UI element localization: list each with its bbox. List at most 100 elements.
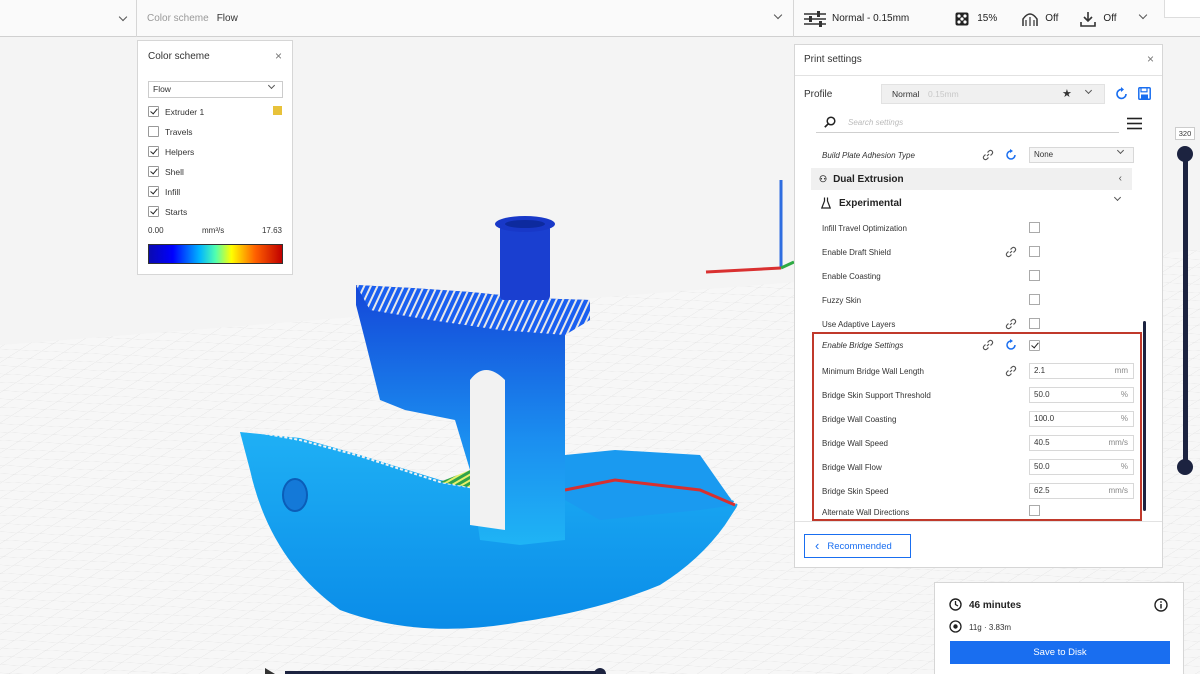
setting-label: Enable Coasting xyxy=(822,272,881,281)
bridge-setting-input[interactable]: 50.0% xyxy=(1029,459,1134,475)
sliders-icon xyxy=(804,10,826,27)
checkbox-starts[interactable] xyxy=(148,206,159,217)
range-unit: mm³/s xyxy=(202,226,225,235)
setting-checkbox[interactable] xyxy=(1029,294,1040,305)
link-icon[interactable] xyxy=(1005,365,1017,377)
chevron-down-icon xyxy=(773,10,783,20)
adhesion-type-dropdown[interactable]: None xyxy=(1029,146,1134,163)
chevron-down-icon xyxy=(118,12,128,22)
section-experimental[interactable]: Experimental xyxy=(811,192,1132,214)
chevron-down-icon xyxy=(1084,86,1093,95)
color-scheme-item-label: Travels xyxy=(165,127,193,137)
flow-gradient-legend xyxy=(148,244,283,264)
setting-checkbox[interactable] xyxy=(1029,318,1040,329)
link-icon[interactable] xyxy=(982,149,994,161)
info-icon[interactable] xyxy=(1154,598,1168,612)
layer-max-value[interactable]: 320 xyxy=(1175,127,1195,140)
print-setup-summary[interactable]: Normal - 0.15mm 15% Off Off xyxy=(804,0,1160,37)
close-icon[interactable]: × xyxy=(275,50,282,62)
input-value: 50.0 xyxy=(1034,390,1050,399)
reset-profile-icon[interactable] xyxy=(1115,87,1129,101)
input-unit: % xyxy=(1120,462,1128,471)
extruder-color-swatch xyxy=(273,106,282,115)
top-toolbar: Color scheme Flow Normal - 0.15mm 15% Of… xyxy=(0,0,1200,37)
bridge-setting-input[interactable]: 50.0% xyxy=(1029,387,1134,403)
search-icon xyxy=(824,116,836,128)
profile-suffix: 0.15mm xyxy=(928,89,959,99)
enable-bridge-label: Enable Bridge Settings xyxy=(822,341,904,350)
material-usage: 11g · 3.83m xyxy=(969,623,1012,632)
settings-scrollbar[interactable] xyxy=(1143,321,1146,511)
adhesion-value: Off xyxy=(1103,13,1117,24)
checkbox-infill[interactable] xyxy=(148,186,159,197)
bridge-setting-label: Minimum Bridge Wall Length xyxy=(822,367,924,376)
reset-icon[interactable] xyxy=(1005,339,1017,351)
clock-icon xyxy=(949,598,962,611)
recommended-button[interactable]: ‹ Recommended xyxy=(804,534,911,558)
color-scheme-item-label: Extruder 1 xyxy=(165,107,205,117)
bridge-setting-label: Bridge Wall Flow xyxy=(822,463,882,472)
alternate-wall-label: Alternate Wall Directions xyxy=(822,508,910,517)
search-settings[interactable]: Search settings xyxy=(816,113,1119,133)
color-scheme-dropdown[interactable]: Flow xyxy=(148,81,283,98)
setting-checkbox[interactable] xyxy=(1029,246,1040,257)
input-unit: % xyxy=(1120,390,1128,399)
panel-title: Color scheme xyxy=(148,51,210,62)
setting-label: Fuzzy Skin xyxy=(822,296,862,305)
color-scheme-item-label: Starts xyxy=(165,207,188,217)
adhesion-type-value: None xyxy=(1034,150,1054,159)
alternate-wall-checkbox[interactable] xyxy=(1029,505,1040,516)
bridge-setting-input[interactable]: 100.0% xyxy=(1029,411,1134,427)
slider-top-handle[interactable] xyxy=(1177,146,1193,162)
left-dropdown[interactable] xyxy=(0,0,137,37)
slider-bottom-handle[interactable] xyxy=(1177,459,1193,475)
reset-icon[interactable] xyxy=(1005,149,1017,161)
profile-dropdown[interactable]: Normal 0.15mm ★ xyxy=(881,84,1105,104)
color-scheme-selector[interactable]: Color scheme Flow xyxy=(137,0,794,37)
panel-title: Print settings xyxy=(804,54,862,65)
input-unit: mm xyxy=(1114,366,1128,375)
bridge-setting-input[interactable]: 62.5 mm/s xyxy=(1029,483,1134,499)
section-dual-extrusion[interactable]: ⚇ Dual Extrusion ‹ xyxy=(811,168,1132,190)
infill-icon xyxy=(955,12,969,25)
profile-name: Normal xyxy=(892,89,920,99)
checkbox-travels[interactable] xyxy=(148,126,159,137)
search-input[interactable]: Search settings xyxy=(848,118,903,127)
settings-list[interactable]: Build Plate Adhesion Type None ⚇ Dual Ex… xyxy=(795,141,1162,521)
adhesion-icon xyxy=(1080,11,1097,27)
chevron-down-icon xyxy=(1116,146,1125,155)
bridge-setting-input[interactable]: 2.1 mm xyxy=(1029,363,1134,379)
chevron-down-icon xyxy=(267,81,276,90)
bridge-setting-label: Bridge Skin Speed xyxy=(822,487,889,496)
input-unit: mm/s xyxy=(1108,486,1128,495)
bridge-setting-label: Bridge Wall Coasting xyxy=(822,415,897,424)
checkbox-extruder-1[interactable] xyxy=(148,106,159,117)
input-value: 2.1 xyxy=(1034,366,1046,375)
chevron-left-icon: ‹ xyxy=(1118,173,1122,184)
chevron-left-icon: ‹ xyxy=(815,538,820,553)
setting-checkbox[interactable] xyxy=(1029,222,1040,233)
support-value: Off xyxy=(1045,13,1059,24)
close-icon[interactable]: × xyxy=(1147,53,1154,65)
color-scheme-item-label: Shell xyxy=(165,167,184,177)
settings-menu-icon[interactable] xyxy=(1127,117,1142,130)
setting-label: Infill Travel Optimization xyxy=(822,224,907,233)
link-icon[interactable] xyxy=(1005,318,1017,330)
color-scheme-label: Color scheme xyxy=(147,13,209,24)
profile-summary: Normal - 0.15mm xyxy=(832,13,910,24)
checkbox-shell[interactable] xyxy=(148,166,159,177)
star-icon[interactable]: ★ xyxy=(1062,87,1072,100)
color-scheme-item-label: Helpers xyxy=(165,147,195,157)
print-settings-panel: Print settings × Profile Normal 0.15mm ★… xyxy=(794,44,1163,568)
input-unit: % xyxy=(1120,414,1128,423)
setting-checkbox[interactable] xyxy=(1029,270,1040,281)
save-to-disk-button[interactable]: Save to Disk xyxy=(950,641,1170,664)
checkbox-helpers[interactable] xyxy=(148,146,159,157)
link-icon[interactable] xyxy=(982,339,994,351)
link-icon[interactable] xyxy=(1005,246,1017,258)
support-icon xyxy=(1022,12,1039,26)
dual-extrusion-icon: ⚇ xyxy=(819,173,828,184)
save-profile-icon[interactable] xyxy=(1138,87,1151,100)
enable-bridge-checkbox[interactable] xyxy=(1029,340,1040,351)
bridge-setting-input[interactable]: 40.5 mm/s xyxy=(1029,435,1134,451)
